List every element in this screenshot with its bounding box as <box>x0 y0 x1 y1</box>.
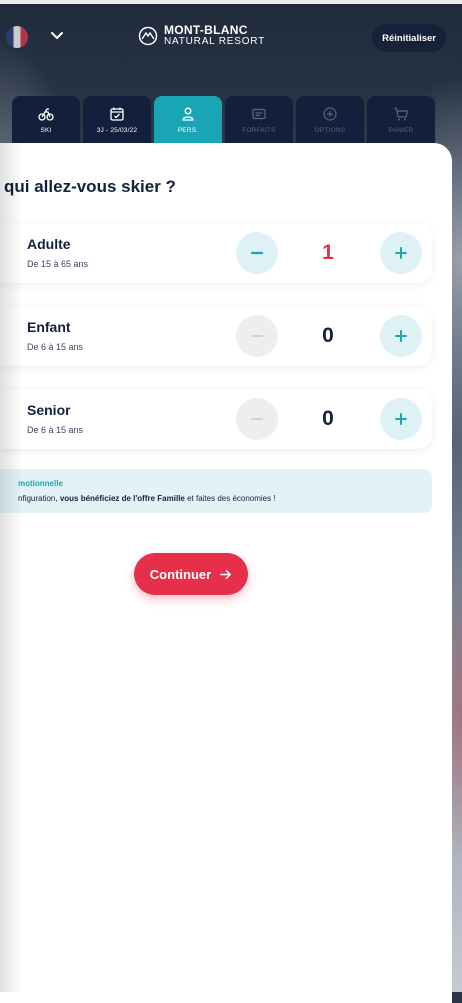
list-item-senior: Senior De 6 à 15 ans 0 <box>0 389 432 449</box>
tab-label: SKI <box>40 127 52 134</box>
plus-icon <box>395 413 407 425</box>
bike-icon <box>38 108 54 121</box>
decrement-button[interactable] <box>236 398 278 440</box>
ticket-icon <box>252 108 266 120</box>
quantity-value: 0 <box>322 407 334 430</box>
promo-banner: motionnelle nfiguration, vous bénéficiez… <box>0 469 432 513</box>
person-icon <box>182 107 194 121</box>
plus-icon <box>395 247 407 259</box>
language-flag-icon[interactable] <box>6 26 28 48</box>
increment-button[interactable] <box>380 398 422 440</box>
chevron-down-icon[interactable] <box>48 26 66 44</box>
row-age-range: De 6 à 15 ans <box>27 342 84 352</box>
tab-label: OPTIONS <box>314 127 346 134</box>
step-tabs: SKI 3J - 25/03/22 PERS. FORFAITS OPTIONS <box>12 96 435 144</box>
persons-panel: qui allez-vous skier ? Adulte De 15 à 65… <box>0 143 452 1003</box>
brand-tagline: NATURAL RESORT <box>164 36 266 47</box>
promo-text-end: et faites des économies ! <box>184 494 276 503</box>
tab-dates[interactable]: 3J - 25/03/22 <box>83 96 151 144</box>
list-item-adult: Adulte De 15 à 65 ans 1 <box>0 223 432 283</box>
tab-label: FORFAITS <box>242 127 276 134</box>
row-age-range: De 6 à 15 ans <box>27 425 84 435</box>
decrement-button[interactable] <box>236 232 278 274</box>
plus-circle-icon <box>323 107 337 121</box>
row-name: Adulte <box>27 236 71 252</box>
tab-label: PANIER <box>388 127 414 134</box>
list-item-child: Enfant De 6 à 15 ans 0 <box>0 306 432 366</box>
promo-title: motionnelle <box>18 479 63 488</box>
tab-persons[interactable]: PERS. <box>154 96 222 144</box>
arrow-right-icon <box>220 569 232 579</box>
reset-button[interactable]: Réinitialiser <box>372 24 446 52</box>
tab-forfaits[interactable]: FORFAITS <box>225 96 293 144</box>
tab-label: 3J - 25/03/22 <box>96 127 138 134</box>
row-name: Enfant <box>27 319 71 335</box>
brand-name: MONT-BLANC <box>164 23 248 37</box>
promo-text: nfiguration, vous bénéficiez de l'offre … <box>18 494 276 503</box>
plus-icon <box>395 330 407 342</box>
cart-icon <box>394 107 409 121</box>
decrement-button[interactable] <box>236 315 278 357</box>
promo-text-highlight: vous bénéficiez de l'offre Famille <box>59 494 185 503</box>
minus-icon <box>251 335 263 337</box>
continue-label: Continuer <box>149 566 212 582</box>
mountain-logo-icon <box>138 26 158 46</box>
quantity-value: 1 <box>322 241 334 264</box>
page-title: qui allez-vous skier ? <box>4 177 176 196</box>
row-name: Senior <box>27 402 71 418</box>
minus-icon <box>251 418 263 420</box>
row-age-range: De 15 à 65 ans <box>27 259 89 269</box>
increment-button[interactable] <box>380 232 422 274</box>
increment-button[interactable] <box>380 315 422 357</box>
tab-cart[interactable]: PANIER <box>367 96 435 144</box>
quantity-value: 0 <box>322 324 334 347</box>
promo-text-start: nfiguration, <box>18 494 60 503</box>
header: MONT-BLANC NATURAL RESORT Réinitialiser <box>0 4 462 94</box>
continue-button[interactable]: Continuer <box>134 553 248 595</box>
tab-ski[interactable]: SKI <box>12 96 80 144</box>
tab-options[interactable]: OPTIONS <box>296 96 364 144</box>
minus-icon <box>250 251 264 255</box>
calendar-icon <box>110 107 124 121</box>
tab-label: PERS. <box>177 127 199 134</box>
brand-logo[interactable]: MONT-BLANC NATURAL RESORT <box>138 22 265 50</box>
